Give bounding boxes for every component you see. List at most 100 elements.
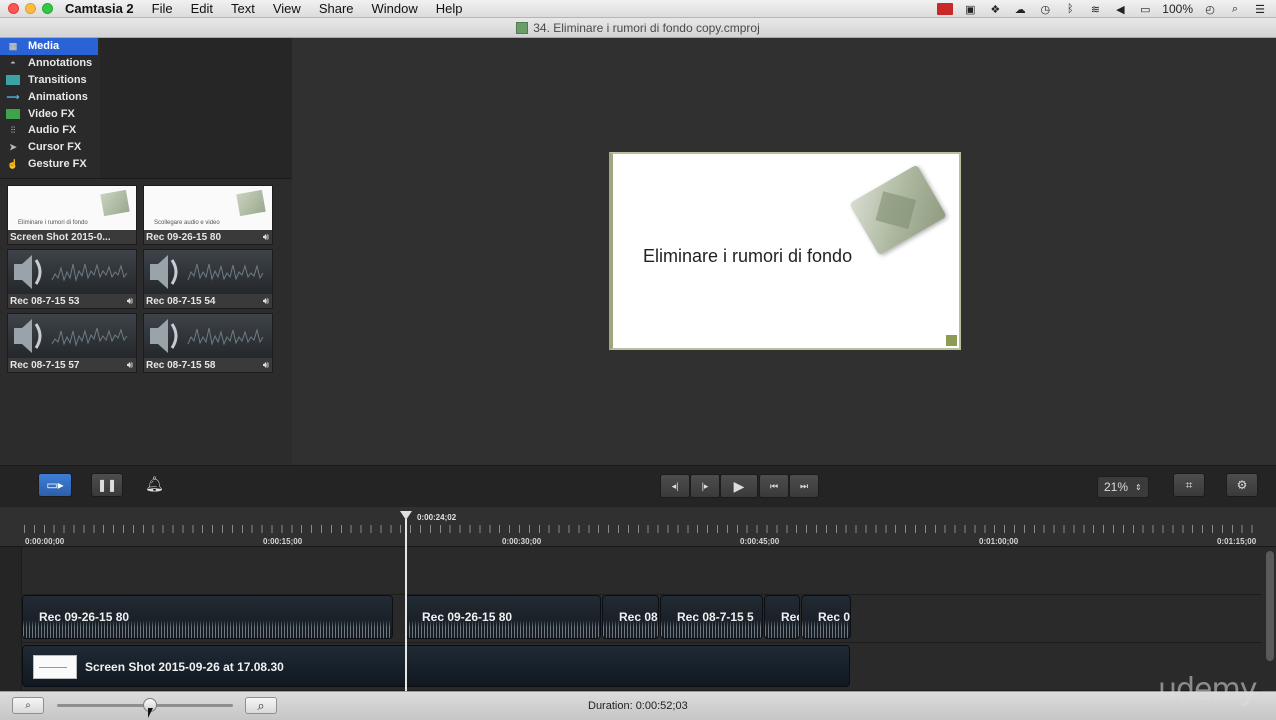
timeline-audio-clip[interactable]: Rec 09-26-15 80 [22, 595, 393, 639]
recording-status-icon[interactable] [937, 3, 954, 15]
menu-text[interactable]: Text [222, 0, 264, 18]
battery-percent[interactable]: 100% [1162, 2, 1193, 16]
transition-icon [6, 74, 20, 85]
track-empty[interactable] [22, 547, 1262, 595]
minimize-button[interactable] [25, 3, 36, 14]
time-machine-icon[interactable]: ◷ [1037, 3, 1053, 16]
sidebar-item-annotations[interactable]: ◓ Annotations [0, 55, 100, 72]
media-clip[interactable]: Rec 08-7-15 54 🔊︎ [143, 249, 273, 309]
track-header[interactable] [0, 595, 22, 643]
wifi-icon[interactable]: ≋ [1087, 3, 1103, 16]
playhead-time: 0:00:24;02 [417, 513, 457, 522]
duration-label: Duration: 0:00:52;03 [588, 700, 688, 712]
magnifier-large-icon: ⌕ [257, 697, 265, 713]
menu-share[interactable]: Share [310, 0, 363, 18]
menu-help[interactable]: Help [427, 0, 472, 18]
clip-caption: Rec 08-7-15 53 [10, 296, 80, 307]
zoom-button[interactable] [42, 3, 53, 14]
clip-label: Rec 0 [818, 610, 851, 624]
bell-icon[interactable]: 🔔︎ [145, 475, 164, 493]
step-forward-button[interactable]: |▸ [690, 474, 720, 498]
dropbox-icon[interactable]: ❖ [987, 3, 1003, 16]
skip-back-icon: ⏮︎ [769, 480, 779, 491]
media-clip[interactable]: Rec 08-7-15 57 🔊︎ [7, 313, 137, 373]
clock-icon[interactable]: ◴ [1202, 3, 1218, 16]
clip-thumbnail: Scollegare audio e video [144, 186, 272, 230]
next-button[interactable]: ⏭︎ [789, 474, 819, 498]
window-title: 34. Eliminare i rumori di fondo copy.cmp… [533, 20, 760, 35]
zoom-out-button[interactable]: ⌕ [12, 697, 44, 714]
timeline-audio-clip[interactable]: Rec 08 [602, 595, 659, 639]
sidebar-item-animations[interactable]: ⟶ Animations [0, 88, 100, 105]
sidebar-item-label: Cursor FX [28, 141, 82, 154]
close-button[interactable] [8, 3, 19, 14]
play-icon: ▶ [733, 477, 745, 494]
timeline[interactable]: 0:00:00;00 0:00:15;00 0:00:30;00 0:00:45… [0, 507, 1276, 691]
sidebar-item-video-fx[interactable]: Video FX [0, 105, 100, 122]
sidebar-item-media[interactable]: ▦ Media [0, 38, 98, 55]
clip-label: Rec 08-7-15 5 [677, 610, 754, 624]
timeline-video-clip[interactable]: Screen Shot 2015-09-26 at 17.08.30 [22, 645, 850, 687]
audio-thumbnail [144, 250, 272, 294]
media-clip[interactable]: Scollegare audio e video Rec 09-26-15 80… [143, 185, 273, 245]
menu-window[interactable]: Window [363, 0, 427, 18]
camera-icon: ▭▸ [46, 478, 64, 492]
pause-button[interactable]: ❚❚ [91, 473, 123, 497]
play-button[interactable]: ▶ [720, 474, 758, 498]
sidebar-item-transitions[interactable]: Transitions [0, 72, 100, 89]
settings-button[interactable]: ⚙ [1226, 473, 1258, 497]
sidebar-item-label: Annotations [28, 57, 93, 70]
previous-button[interactable]: ⏮︎ [759, 474, 789, 498]
sidebar-item-audio-fx[interactable]: ⫶⫶ Audio FX [0, 122, 100, 139]
menu-view[interactable]: View [264, 0, 310, 18]
step-back-icon: ◂| [671, 480, 679, 491]
speaker-waveform-icon [150, 319, 264, 353]
crop-button[interactable]: ⌗ [1173, 473, 1205, 497]
step-back-button[interactable]: ◂| [660, 474, 690, 498]
timeline-audio-clip[interactable]: Rec 09-26-15 80 [405, 595, 601, 639]
media-clip[interactable]: Eliminare i rumori di fondo Screen Shot … [7, 185, 137, 245]
clip-thumbnail: Eliminare i rumori di fondo [8, 186, 136, 230]
menu-file[interactable]: File [143, 0, 182, 18]
speaker-icon: 🔊︎ [126, 296, 133, 307]
film-icon: ▦ [8, 41, 18, 52]
timeline-audio-clip[interactable]: Rec 08-7-15 5 [660, 595, 763, 639]
zoom-select[interactable]: 21% ⇕ [1097, 476, 1149, 498]
notification-center-icon[interactable]: ☰ [1252, 3, 1268, 16]
volume-icon[interactable]: ◀ [1112, 3, 1128, 16]
sidebar-item-cursor-fx[interactable]: ➤ Cursor FX [0, 139, 100, 156]
speaker-waveform-icon [14, 319, 128, 353]
speech-bubble-icon: ◓ [10, 58, 16, 69]
battery-icon[interactable]: ▭ [1137, 3, 1153, 16]
crop-icon: ⌗ [1185, 477, 1193, 492]
media-clip[interactable]: Rec 08-7-15 53 🔊︎ [7, 249, 137, 309]
cloud-icon[interactable]: ☁ [1012, 3, 1028, 16]
timeline-footer: ⌕ ⌕ Duration: 0:00:52;03 [0, 691, 1276, 720]
sidebar-item-gesture-fx[interactable]: ☝ Gesture FX [0, 156, 100, 173]
media-clip[interactable]: Rec 08-7-15 58 🔊︎ [143, 313, 273, 373]
timeline-audio-clip[interactable]: Rec [764, 595, 800, 639]
timeline-ruler[interactable]: 0:00:00;00 0:00:15;00 0:00:30;00 0:00:45… [0, 507, 1276, 547]
preview-canvas[interactable]: Eliminare i rumori di fondo [609, 152, 961, 350]
playhead-line[interactable] [405, 519, 407, 691]
clip-caption: Rec 08-7-15 58 [146, 360, 216, 371]
bluetooth-icon[interactable]: ᛒ [1062, 3, 1078, 15]
audio-thumbnail [8, 250, 136, 294]
spotlight-search-icon[interactable]: ⌕ [1227, 3, 1243, 15]
track-header[interactable] [0, 547, 22, 595]
clip-label: Rec 09-26-15 80 [39, 610, 130, 624]
sidebar-filler [100, 38, 292, 178]
playback-controls-bar: ▭▸ ❚❚ 🔔︎ ◂| |▸ ▶ ⏮︎ ⏭︎ 21% ⇕ ⌗ ⚙ [0, 465, 1276, 507]
timeline-scrollbar[interactable] [1266, 551, 1274, 661]
speaker-icon: 🔊︎ [262, 360, 269, 371]
menu-edit[interactable]: Edit [182, 0, 222, 18]
track-header[interactable] [0, 643, 22, 691]
record-screen-button[interactable]: ▭▸ [38, 473, 72, 497]
timeline-audio-clip[interactable]: Rec 0 [801, 595, 851, 639]
sidebar-item-label: Audio FX [28, 124, 77, 137]
arrow-icon: ⟶ [6, 91, 20, 102]
zoom-in-button[interactable]: ⌕ [245, 697, 277, 714]
display-icon[interactable]: ▣ [962, 3, 978, 16]
sidebar-item-label: Gesture FX [28, 157, 87, 170]
menu-app-name[interactable]: Camtasia 2 [56, 0, 143, 18]
